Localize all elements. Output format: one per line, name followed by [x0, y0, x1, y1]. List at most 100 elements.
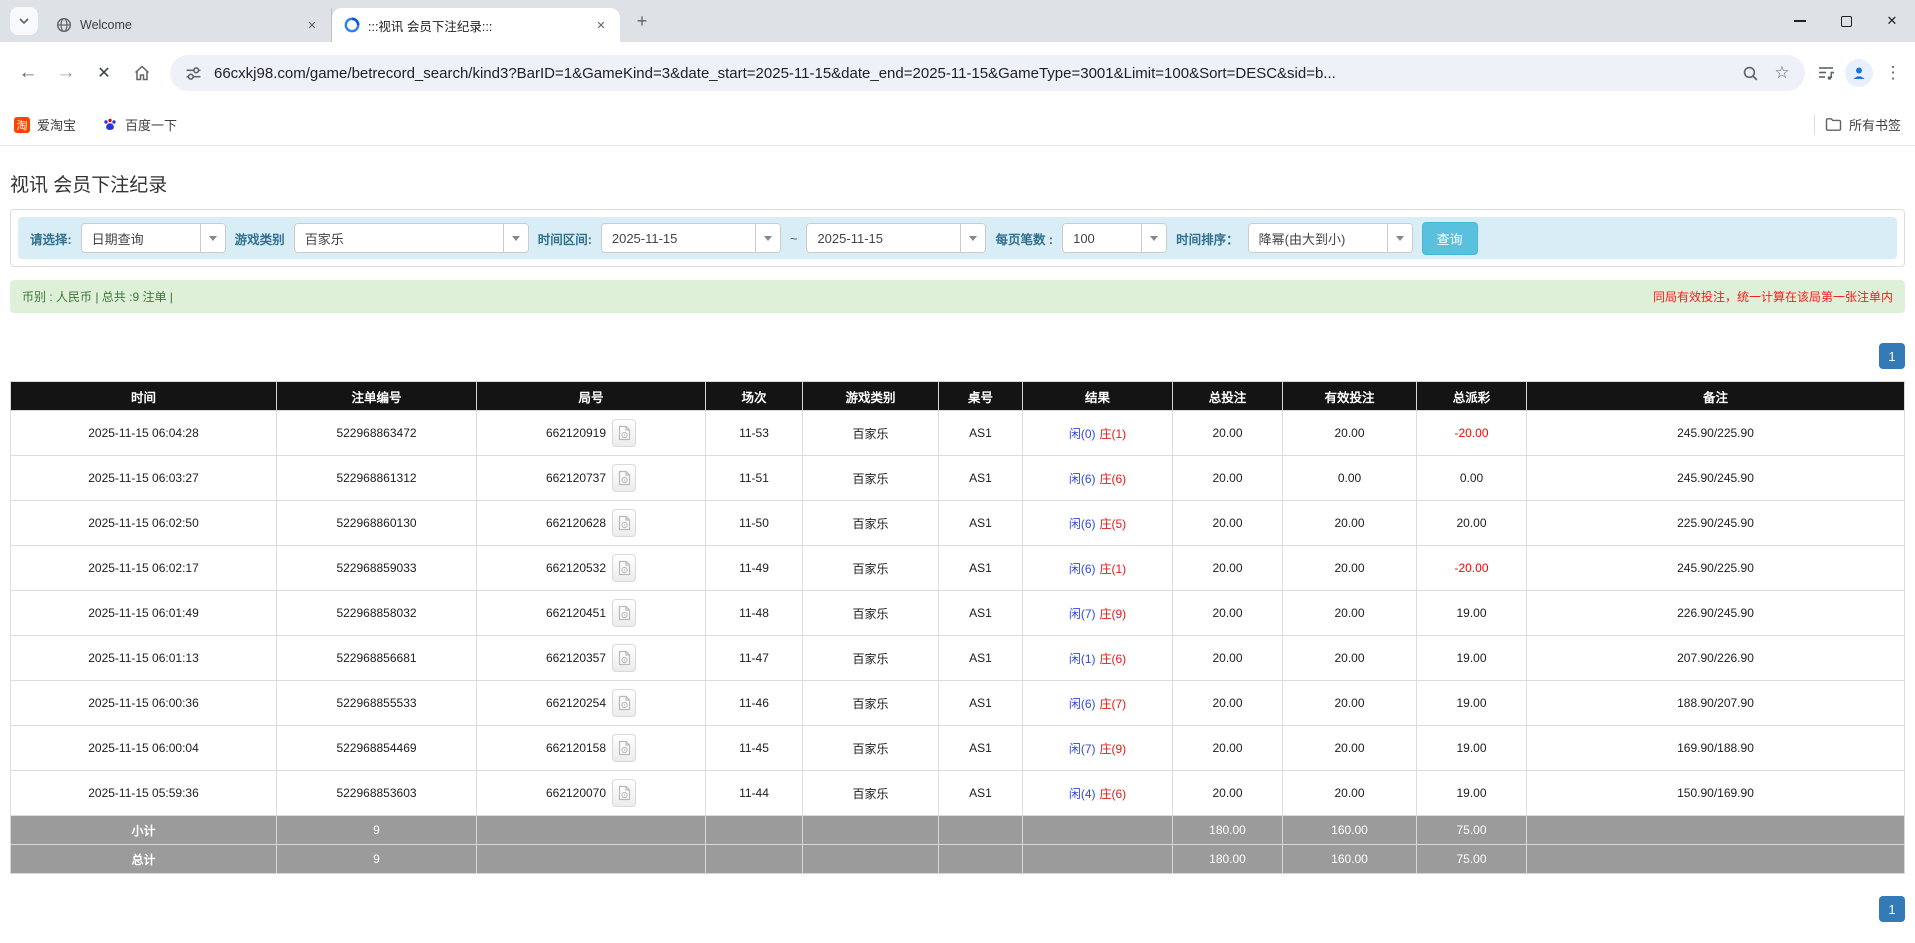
sort-label: 时间排序：: [1176, 229, 1239, 248]
bookmark-star-icon[interactable]: ☆: [1771, 62, 1793, 84]
session: 11-49: [706, 546, 803, 591]
bet-time: 2025-11-15 06:02:17: [11, 546, 277, 591]
filter-panel: 请选择: 日期查询 游戏类别 百家乐 时间区间: 2025-11-15 ~ 20…: [10, 209, 1905, 267]
query-type-select[interactable]: 日期查询: [81, 223, 226, 253]
video-record-icon: [618, 785, 631, 801]
zoom-icon[interactable]: [1739, 62, 1761, 84]
bookmark-baidu[interactable]: 百度一下: [102, 115, 177, 134]
round-cell: 662120451: [477, 591, 706, 636]
total-bet-link[interactable]: 20.00: [1173, 681, 1283, 726]
page-size-label: 每页笔数 :: [995, 229, 1053, 248]
video-record-button[interactable]: [612, 554, 636, 582]
total-bet-link[interactable]: 20.00: [1173, 501, 1283, 546]
all-bookmarks-button[interactable]: 所有书签: [1825, 115, 1901, 134]
col-session: 场次: [706, 382, 803, 411]
video-record-button[interactable]: [612, 734, 636, 762]
valid-bet: 20.00: [1283, 771, 1417, 816]
site-settings-icon[interactable]: [182, 62, 204, 84]
payout: -20.00: [1417, 411, 1527, 456]
total-bet-link[interactable]: 20.00: [1173, 771, 1283, 816]
minimize-button[interactable]: [1777, 0, 1823, 42]
bookmark-taobao[interactable]: 淘 爱淘宝: [14, 115, 76, 134]
total-bet-link[interactable]: 20.00: [1173, 411, 1283, 456]
minimize-icon: [1794, 20, 1806, 22]
video-record-button[interactable]: [612, 464, 636, 492]
subtotal-label: 小计: [11, 816, 277, 845]
table-number: AS1: [939, 591, 1023, 636]
result-cell: 闲(6)庄(6): [1023, 456, 1173, 501]
session: 11-45: [706, 726, 803, 771]
table-number: AS1: [939, 546, 1023, 591]
total-bet-link[interactable]: 20.00: [1173, 456, 1283, 501]
table-row: 2025-11-15 06:00:36 522968855533 6621202…: [11, 681, 1905, 726]
date-start-select[interactable]: 2025-11-15: [601, 223, 781, 253]
total-payout: 75.00: [1417, 845, 1527, 874]
video-record-button[interactable]: [612, 599, 636, 627]
page-size-select[interactable]: 100: [1062, 223, 1167, 253]
col-total-bet: 总投注: [1173, 382, 1283, 411]
table-number: AS1: [939, 636, 1023, 681]
video-record-button[interactable]: [612, 509, 636, 537]
payout: 19.00: [1417, 591, 1527, 636]
video-record-button[interactable]: [612, 419, 636, 447]
bet-id: 522968860130: [277, 501, 477, 546]
caret-down-icon: [503, 224, 528, 252]
close-window-button[interactable]: ✕: [1869, 0, 1915, 42]
result-cell: 闲(6)庄(7): [1023, 681, 1173, 726]
remark: 245.90/225.90: [1527, 546, 1905, 591]
total-bet-link[interactable]: 20.00: [1173, 636, 1283, 681]
round-cell: 662120628: [477, 501, 706, 546]
query-button[interactable]: 查询: [1422, 222, 1478, 255]
back-button[interactable]: ←: [10, 55, 46, 91]
banker-result: 庄(7): [1100, 697, 1127, 711]
tab-search-button[interactable]: [10, 7, 38, 35]
home-button[interactable]: [124, 55, 160, 91]
folder-icon: [1825, 117, 1842, 132]
session: 11-50: [706, 501, 803, 546]
bet-id: 522968855533: [277, 681, 477, 726]
maximize-button[interactable]: [1823, 0, 1869, 42]
remark: 226.90/245.90: [1527, 591, 1905, 636]
bet-time: 2025-11-15 06:00:04: [11, 726, 277, 771]
col-game-kind: 游戏类别: [803, 382, 939, 411]
col-remark: 备注: [1527, 382, 1905, 411]
valid-bet-notice: 同局有效投注，统一计算在该局第一张注单内: [1653, 288, 1893, 305]
tab-betrecord[interactable]: :::视讯 会员下注纪录::: ✕: [332, 8, 620, 42]
table-row: 2025-11-15 06:02:17 522968859033 6621205…: [11, 546, 1905, 591]
table-summary: 小计 9 180.00 160.00 75.00 总计 9 180.00 160…: [11, 816, 1905, 874]
remark: 207.90/226.90: [1527, 636, 1905, 681]
close-icon[interactable]: ✕: [592, 16, 610, 34]
page-1-button[interactable]: 1: [1879, 343, 1905, 369]
table-row: 2025-11-15 06:02:50 522968860130 6621206…: [11, 501, 1905, 546]
pagination-top: 1: [10, 343, 1905, 369]
new-tab-button[interactable]: +: [628, 7, 656, 35]
stop-button[interactable]: ✕: [86, 55, 122, 91]
bookmarks-bar: 淘 爱淘宝 百度一下 所有书签: [0, 104, 1915, 146]
video-record-button[interactable]: [612, 689, 636, 717]
date-end-select[interactable]: 2025-11-15: [806, 223, 986, 253]
page-1-button[interactable]: 1: [1879, 896, 1905, 922]
tab-welcome[interactable]: Welcome ✕: [44, 8, 332, 42]
total-bet-link[interactable]: 20.00: [1173, 546, 1283, 591]
bet-time: 2025-11-15 06:03:27: [11, 456, 277, 501]
filter-bar: 请选择: 日期查询 游戏类别 百家乐 时间区间: 2025-11-15 ~ 20…: [18, 217, 1897, 259]
video-record-button[interactable]: [612, 644, 636, 672]
media-controls-icon[interactable]: [1815, 62, 1837, 84]
table-row: 2025-11-15 06:04:28 522968863472 6621209…: [11, 411, 1905, 456]
game-kind-select[interactable]: 百家乐: [294, 223, 529, 253]
forward-button[interactable]: →: [48, 55, 84, 91]
remark: 245.90/225.90: [1527, 411, 1905, 456]
menu-kebab-icon[interactable]: ⋮: [1881, 63, 1905, 83]
player-result: 闲(6): [1069, 472, 1096, 486]
table-number: AS1: [939, 411, 1023, 456]
close-icon[interactable]: ✕: [303, 16, 321, 34]
total-bet-link[interactable]: 20.00: [1173, 726, 1283, 771]
address-bar[interactable]: 66cxkj98.com/game/betrecord_search/kind3…: [170, 55, 1805, 91]
sort-select[interactable]: 降幂(由大到小): [1248, 223, 1413, 253]
table-number: AS1: [939, 771, 1023, 816]
result-cell: 闲(6)庄(5): [1023, 501, 1173, 546]
video-record-button[interactable]: [612, 779, 636, 807]
profile-avatar[interactable]: [1845, 59, 1873, 87]
session: 11-46: [706, 681, 803, 726]
total-bet-link[interactable]: 20.00: [1173, 591, 1283, 636]
